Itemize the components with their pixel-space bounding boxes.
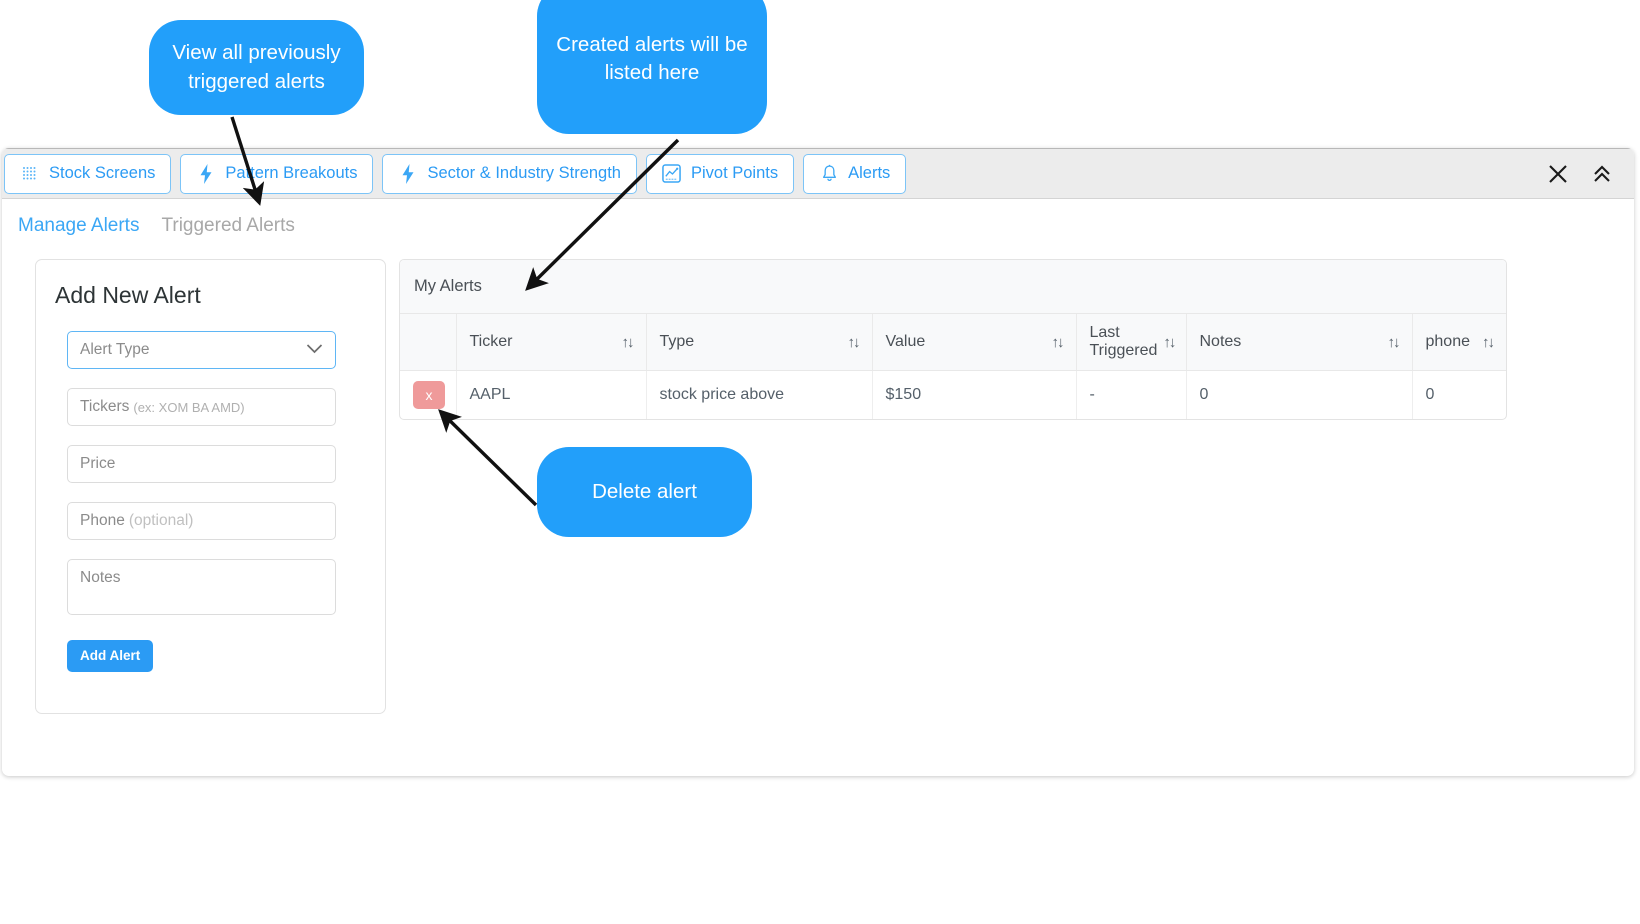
table-header-row: Ticker ↑↓ Type ↑↓ Value ↑↓ Last Triggere…: [400, 314, 1506, 371]
col-phone[interactable]: phone ↑↓: [1412, 314, 1506, 371]
col-last-triggered[interactable]: Last Triggered ↑↓: [1076, 314, 1187, 371]
col-ticker[interactable]: Ticker ↑↓: [456, 314, 647, 371]
alerts-table: Ticker ↑↓ Type ↑↓ Value ↑↓ Last Triggere…: [400, 314, 1506, 419]
phone-input[interactable]: Phone (optional): [67, 502, 336, 540]
tab-pattern-breakouts[interactable]: Pattern Breakouts: [180, 153, 374, 194]
main-content: Add New Alert Alert Type Tickers (ex: XO…: [2, 237, 1634, 714]
price-input[interactable]: Price: [67, 445, 336, 483]
phone-hint: (optional): [128, 512, 194, 529]
sort-icon: ↑↓: [1051, 333, 1065, 351]
window-controls: [1546, 162, 1614, 186]
sort-icon: ↑↓: [847, 333, 861, 351]
col-type[interactable]: Type ↑↓: [646, 314, 873, 371]
notes-placeholder: Notes: [80, 569, 121, 586]
chart-box-icon: [662, 164, 682, 184]
col-notes-label: Notes: [1199, 333, 1242, 350]
tab-label: Pivot Points: [690, 164, 779, 183]
cell-notes: 0: [1186, 370, 1413, 419]
panel-title: Add New Alert: [55, 282, 201, 308]
col-value-label: Value: [885, 333, 926, 350]
field-group: Alert Type Tickers (ex: XOM BA AMD) Pric…: [36, 331, 385, 615]
delete-alert-button[interactable]: x: [413, 381, 445, 409]
table-row: x AAPL stock price above $150 - 0 0: [400, 370, 1506, 419]
tab-label: Sector & Industry Strength: [427, 164, 621, 183]
my-alerts-title: My Alerts: [400, 260, 1506, 314]
app-window: Stock Screens Pattern Breakouts Sector &…: [2, 148, 1634, 776]
table-header: Ticker ↑↓ Type ↑↓ Value ↑↓ Last Triggere…: [400, 314, 1506, 371]
cell-phone: 0: [1425, 386, 1435, 403]
add-new-alert-panel: Add New Alert Alert Type Tickers (ex: XO…: [35, 259, 386, 714]
tab-stock-screens[interactable]: Stock Screens: [4, 153, 172, 194]
price-placeholder: Price: [80, 455, 116, 472]
subtab-bar: Manage Alerts Triggered Alerts: [2, 199, 1634, 237]
chevron-down-icon: [306, 341, 323, 359]
alert-type-placeholder: Alert Type: [80, 341, 150, 358]
col-ticker-label: Ticker: [469, 333, 513, 350]
col-last-triggered-label: Last Triggered: [1089, 324, 1158, 359]
tab-bar: Stock Screens Pattern Breakouts Sector &…: [2, 148, 1634, 199]
tab-alerts[interactable]: Alerts: [803, 153, 907, 194]
col-notes[interactable]: Notes ↑↓: [1186, 314, 1413, 371]
tab-sector-industry-strength[interactable]: Sector & Industry Strength: [382, 153, 637, 194]
screenshot-root: Stock Screens Pattern Breakouts Sector &…: [0, 0, 1640, 924]
bell-icon: [819, 164, 839, 184]
tab-label: Alerts: [848, 164, 891, 183]
tab-label: Pattern Breakouts: [225, 164, 358, 183]
cell-value: $150: [872, 370, 1077, 419]
add-alert-button[interactable]: Add Alert: [67, 640, 154, 672]
cell-ticker: AAPL: [456, 370, 647, 419]
cell-delete: x: [400, 370, 457, 419]
col-delete: [400, 314, 457, 371]
notes-textarea[interactable]: Notes: [67, 559, 336, 615]
alert-type-select[interactable]: Alert Type: [67, 331, 336, 369]
subtab-manage-alerts[interactable]: Manage Alerts: [18, 215, 139, 237]
tickers-hint: (ex: XOM BA AMD): [133, 399, 245, 415]
cell-last-triggered: -: [1076, 370, 1187, 419]
sort-icon: ↑↓: [621, 333, 635, 351]
col-phone-label: phone: [1425, 333, 1471, 350]
phone-placeholder: Phone: [80, 512, 125, 529]
cell-type: stock price above: [646, 370, 873, 419]
close-icon[interactable]: [1546, 162, 1570, 186]
col-type-label: Type: [659, 333, 695, 350]
callout-triggered-alerts: View all previously triggered alerts: [149, 20, 364, 115]
tickers-placeholder: Tickers: [80, 398, 130, 415]
subtab-triggered-alerts[interactable]: Triggered Alerts: [161, 215, 294, 237]
col-value[interactable]: Value ↑↓: [872, 314, 1077, 371]
double-chevron-up-icon[interactable]: [1590, 162, 1614, 186]
callout-delete-alert: Delete alert: [537, 447, 752, 537]
dot-grid-icon: [20, 164, 40, 184]
sort-icon: ↑↓: [1482, 333, 1495, 351]
tab-pivot-points[interactable]: Pivot Points: [645, 153, 795, 194]
callout-created-alerts: Created alerts will be listed here: [537, 0, 767, 134]
tickers-input[interactable]: Tickers (ex: XOM BA AMD): [67, 388, 336, 426]
tab-label: Stock Screens: [49, 164, 156, 183]
lightning-bolt-icon: [398, 163, 418, 184]
sort-icon: ↑↓: [1163, 333, 1176, 351]
sort-icon: ↑↓: [1387, 333, 1401, 351]
table-body: x AAPL stock price above $150 - 0 0: [400, 370, 1506, 419]
my-alerts-panel: My Alerts Ticker ↑↓ Type ↑↓ Value ↑↓ Las…: [399, 259, 1507, 420]
lightning-bolt-icon: [196, 163, 216, 184]
